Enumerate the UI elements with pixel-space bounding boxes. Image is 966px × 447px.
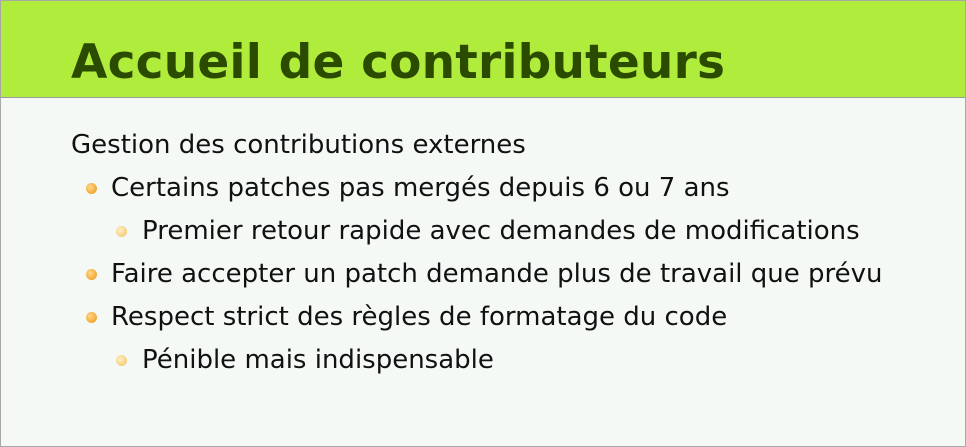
orange-dot-icon: [86, 183, 97, 194]
light-orange-dot-icon: [116, 226, 127, 237]
bullet-heading: Gestion des contributions externes: [71, 130, 526, 160]
title-bar: Accueil de contributeurs: [1, 1, 965, 98]
light-orange-dot-icon: [116, 355, 127, 366]
orange-dot-icon: [86, 312, 97, 323]
bullet-item: Faire accepter un patch demande plus de …: [111, 259, 883, 289]
sub-bullet-item: Pénible mais indispensable: [142, 345, 494, 375]
bullet-item: Respect strict des règles de formatage d…: [111, 302, 728, 332]
sub-bullet-item: Premier retour rapide avec demandes de m…: [142, 216, 860, 246]
slide-title: Accueil de contributeurs: [71, 35, 726, 90]
orange-dot-icon: [86, 269, 97, 280]
slide: Accueil de contributeurs Gestion des con…: [0, 0, 966, 447]
slide-content: Gestion des contributions externes Certa…: [1, 97, 965, 446]
bullet-item: Certains patches pas mergés depuis 6 ou …: [111, 173, 730, 203]
